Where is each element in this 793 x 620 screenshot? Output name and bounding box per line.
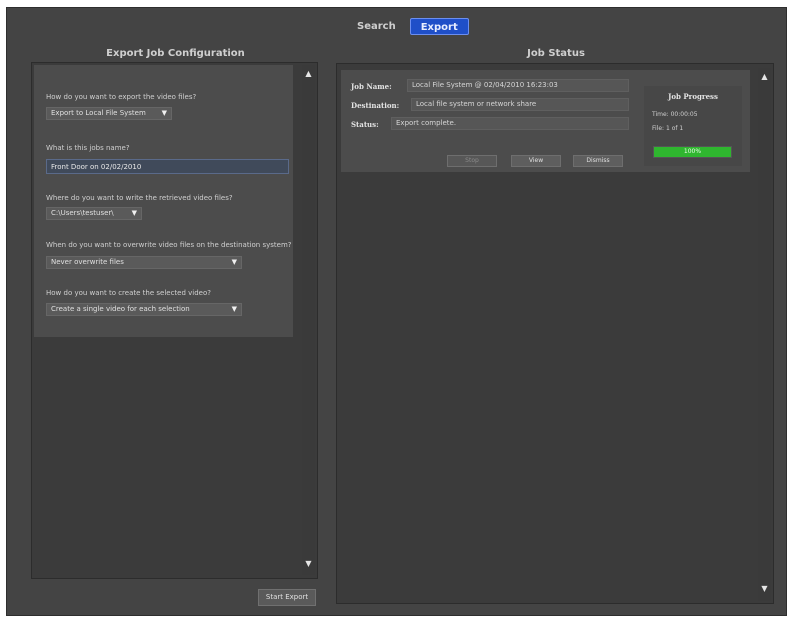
progress-time: Time: 00:00:05 (652, 111, 698, 118)
view-button[interactable]: View (511, 155, 561, 167)
destination-field-label: Destination: (351, 101, 400, 110)
start-export-button[interactable]: Start Export (258, 589, 316, 606)
progress-file-count: File: 1 of 1 (652, 125, 684, 132)
video-creation-value: Create a single video for each selection (51, 305, 190, 313)
tab-bar: Search Export (347, 18, 469, 36)
job-status-scrollbar[interactable]: ▲ ▼ (758, 68, 771, 601)
scroll-up-icon[interactable]: ▲ (304, 69, 313, 78)
destination-dropdown[interactable]: C:\Users\testuser\ ▼ (46, 207, 142, 220)
job-progress-box: Job Progress Time: 00:00:05 File: 1 of 1… (644, 86, 742, 166)
export-config-panel: How do you want to export the video file… (31, 62, 318, 579)
export-method-value: Export to Local File System (51, 109, 146, 117)
status-field-label: Status: (351, 120, 379, 129)
config-form: How do you want to export the video file… (34, 65, 293, 337)
dismiss-button[interactable]: Dismiss (573, 155, 623, 167)
stop-button[interactable]: Stop (447, 155, 497, 167)
chevron-down-icon: ▼ (231, 258, 237, 266)
progress-bar: 100% (653, 146, 732, 158)
destination-value: Local file system or network share (411, 98, 629, 111)
chevron-down-icon: ▼ (161, 109, 167, 117)
job-name-value: Local File System @ 02/04/2010 16:23:03 (407, 79, 629, 92)
scroll-down-icon[interactable]: ▼ (304, 559, 313, 568)
config-scrollbar[interactable]: ▲ ▼ (302, 65, 315, 575)
scroll-up-icon[interactable]: ▲ (760, 72, 769, 81)
overwrite-dropdown[interactable]: Never overwrite files ▼ (46, 256, 242, 269)
destination-label: Where do you want to write the retrieved… (46, 194, 233, 202)
chevron-down-icon: ▼ (231, 305, 237, 313)
job-card: Job Name: Local File System @ 02/04/2010… (341, 70, 750, 172)
export-method-label: How do you want to export the video file… (46, 93, 197, 101)
scroll-down-icon[interactable]: ▼ (760, 584, 769, 593)
job-progress-title: Job Progress (668, 92, 718, 101)
video-creation-label: How do you want to create the selected v… (46, 289, 211, 297)
status-value: Export complete. (391, 117, 629, 130)
tab-search[interactable]: Search (347, 18, 406, 35)
export-method-dropdown[interactable]: Export to Local File System ▼ (46, 107, 172, 120)
job-name-input[interactable] (46, 159, 289, 174)
application-window: Search Export Export Job Configuration J… (6, 7, 787, 616)
export-config-title: Export Job Configuration (106, 48, 245, 59)
job-name-field-label: Job Name: (351, 82, 392, 91)
job-status-panel: Job Name: Local File System @ 02/04/2010… (336, 63, 774, 604)
chevron-down-icon: ▼ (131, 209, 137, 217)
overwrite-label: When do you want to overwrite video file… (46, 241, 291, 249)
video-creation-dropdown[interactable]: Create a single video for each selection… (46, 303, 242, 316)
job-status-title: Job Status (527, 48, 585, 59)
progress-percent: 100% (683, 148, 702, 155)
destination-value: C:\Users\testuser\ (51, 209, 114, 217)
overwrite-value: Never overwrite files (51, 258, 124, 266)
job-name-label: What is this jobs name? (46, 144, 130, 152)
tab-export[interactable]: Export (409, 18, 469, 35)
